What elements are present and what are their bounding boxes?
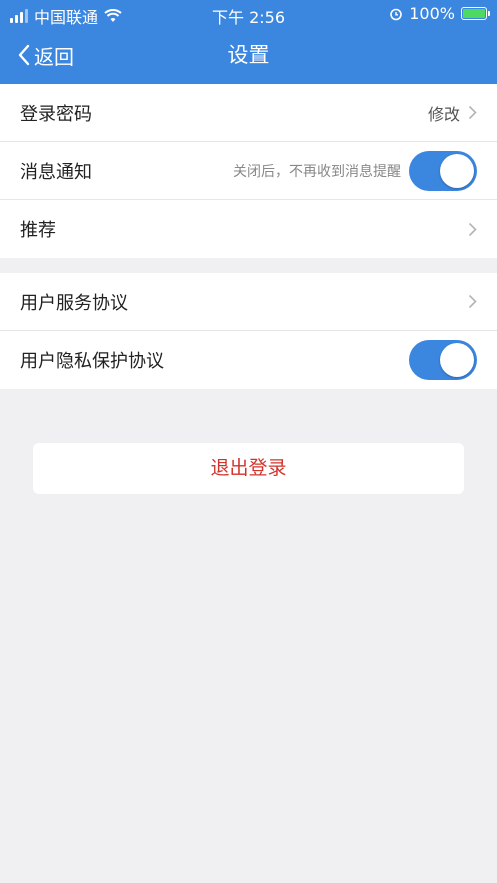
settings-group-account: 登录密码 修改 消息通知 关闭后，不再收到消息提醒 推荐 [0,84,497,258]
chevron-right-icon [468,222,477,236]
row-right [409,340,477,380]
page-title: 设置 [227,43,270,67]
alarm-icon [390,8,403,20]
toggle-knob [440,153,474,188]
row-label: 消息通知 [20,161,92,183]
chevron-right-icon [468,105,477,120]
back-button[interactable]: 返回 [18,38,74,72]
row-label: 推荐 [20,220,56,241]
row-label: 用户服务协议 [20,292,128,314]
row-hint: 关闭后，不再收到消息提醒 [233,163,401,180]
settings-row-notifications: 消息通知 关闭后，不再收到消息提醒 [0,142,497,200]
battery-percent: 100% [409,4,455,23]
settings-row-service-agreement[interactable]: 用户服务协议 [0,273,497,331]
settings-row-recommend[interactable]: 推荐 [0,200,497,258]
privacy-toggle[interactable] [409,340,477,380]
row-action-text: 修改 [427,104,460,124]
row-right: 关闭后，不再收到消息提醒 [233,150,477,191]
row-right [468,222,477,237]
logout-button[interactable]: 退出登录 [33,443,464,494]
toggle-knob [440,343,474,377]
settings-row-privacy-agreement: 用户隐私保护协议 [0,331,497,389]
row-label: 登录密码 [20,103,92,125]
back-label: 返回 [34,44,74,69]
chevron-right-icon [468,294,477,309]
battery-icon [461,7,490,20]
chevron-left-icon [18,44,30,66]
settings-group-agreements: 用户服务协议 用户隐私保护协议 [0,273,497,389]
app-header: 中国联通 下午 2:56 100% 返回 设置 [0,0,497,84]
status-bar: 中国联通 下午 2:56 100% [0,0,497,28]
row-label: 用户隐私保护协议 [20,351,164,372]
settings-row-login-password[interactable]: 登录密码 修改 [0,84,497,142]
row-right [468,294,477,309]
status-right: 100% [389,4,490,23]
notifications-toggle[interactable] [409,150,477,191]
row-right: 修改 [428,101,477,125]
